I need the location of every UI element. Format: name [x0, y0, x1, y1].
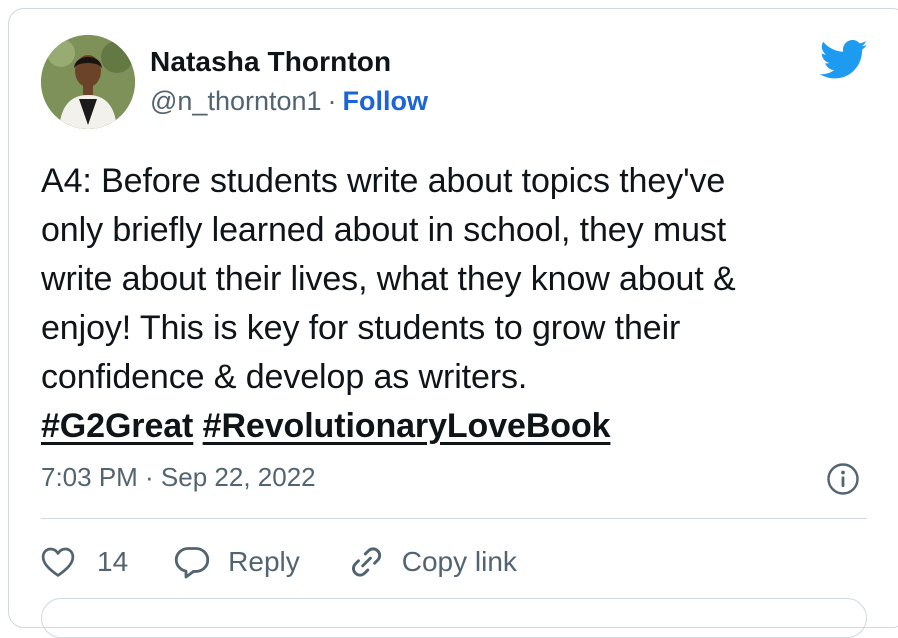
action-bar: 14 Reply Copy link: [41, 540, 563, 584]
reply-label: Reply: [228, 546, 300, 577]
hashtag-link[interactable]: #G2Great: [41, 407, 193, 445]
read-replies-button[interactable]: [41, 598, 867, 638]
follow-button[interactable]: Follow: [343, 86, 428, 116]
like-button[interactable]: 14: [41, 546, 128, 578]
timestamp-link[interactable]: 7:03 PM · Sep 22, 2022: [41, 462, 316, 493]
author-name[interactable]: Natasha Thornton: [150, 46, 391, 78]
tweet-line: enjoy! This is key for students to grow …: [41, 309, 681, 347]
hashtag-link[interactable]: #RevolutionaryLoveBook: [203, 407, 611, 445]
author-handle[interactable]: @n_thornton1: [150, 86, 322, 116]
speech-bubble-icon: [174, 547, 210, 579]
divider: [41, 518, 867, 519]
tweet-line: A4: Before students write about topics t…: [41, 162, 726, 200]
like-count: 14: [97, 546, 129, 577]
reply-button[interactable]: Reply: [174, 545, 300, 579]
tweet-line: confidence & develop as writers.: [41, 358, 528, 396]
tweet-text: A4: Before students write about topics t…: [41, 157, 876, 451]
copy-link-button[interactable]: Copy link: [346, 545, 517, 579]
tweet-line: only briefly learned about in school, th…: [41, 211, 727, 249]
heart-icon: [41, 547, 75, 577]
separator-dot: ·: [327, 86, 337, 116]
twitter-bird-icon[interactable]: [819, 40, 868, 80]
copy-link-label: Copy link: [401, 546, 517, 577]
author-handle-row: @n_thornton1 · Follow: [150, 86, 428, 117]
link-icon: [351, 547, 381, 577]
avatar[interactable]: [41, 35, 135, 129]
info-icon[interactable]: [826, 462, 860, 496]
hashtag-row: #G2Great #RevolutionaryLoveBook: [41, 402, 876, 451]
tweet-line: write about their lives, what they know …: [41, 260, 736, 298]
